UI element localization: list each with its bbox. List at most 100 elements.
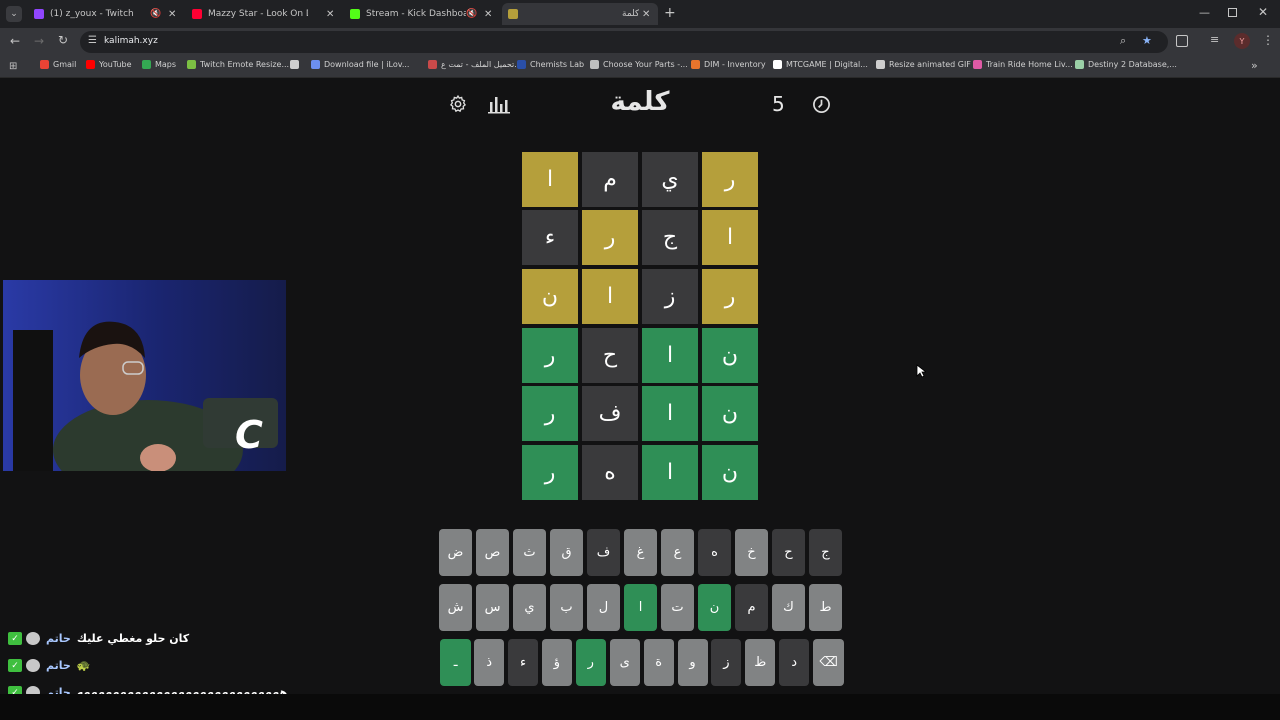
bookmark-favicon-icon [517,60,526,69]
keyboard-key[interactable]: ص [476,529,509,576]
tab-muted-icon[interactable]: 🔇 [466,9,477,19]
board-tile: ر [522,328,578,383]
board-tile: ج [642,210,698,265]
keyboard-key[interactable]: م [735,584,768,631]
chat-message: ✓ حاتم 🐢 [8,659,91,672]
bookmark-favicon-icon [590,60,599,69]
keyboard-key[interactable]: ي [513,584,546,631]
mouse-cursor-icon [916,364,926,378]
bookmark-item[interactable]: Twitch Emote Resize... [187,60,289,69]
keyboard-key[interactable]: ض [439,529,472,576]
bookmark-item[interactable]: تحميل الملف - تمت ع... [428,60,522,69]
bookmark-item[interactable]: Maps [142,60,176,69]
bookmark-item[interactable]: Download file | iLov... [311,60,409,69]
keyboard-key[interactable]: ش [439,584,472,631]
keyboard-key[interactable]: ر [575,639,606,686]
keyboard-key[interactable]: ب [550,584,583,631]
tab-favicon-icon [350,9,360,19]
keyboard-key[interactable]: ا [624,584,657,631]
browser-tab[interactable]: Stream - Kick Dashboard🔇 ✕ [344,3,500,25]
media-control-icon[interactable]: ≡ [1210,33,1219,46]
apps-grid-icon[interactable]: ⊞ [9,61,17,72]
keyboard-key[interactable]: و [677,639,708,686]
keyboard-key[interactable]: ة [643,639,674,686]
tab-close-icon[interactable]: ✕ [168,9,176,20]
keyboard-key[interactable]: ء [508,639,538,686]
keyboard-key[interactable]: ذ [474,639,505,686]
minimize-window-icon[interactable]: — [1199,6,1210,19]
tab-muted-icon[interactable]: 🔇 [150,9,161,19]
tab-close-icon[interactable]: ✕ [642,9,650,20]
profile-avatar[interactable]: Y [1234,33,1250,49]
keyboard-key[interactable]: ن [698,584,731,631]
bookmark-favicon-icon [428,60,437,69]
address-bar[interactable]: ☰ kalimah.xyz ⌕ ★ [80,31,1168,53]
new-tab-button[interactable]: + [664,6,676,20]
keyboard-key[interactable]: د [779,639,810,686]
keyboard-key[interactable]: س [476,584,509,631]
keyboard-key[interactable]: ث [513,529,546,576]
timer-button[interactable] [812,95,831,114]
tab-favicon-icon [34,9,44,19]
settings-button[interactable] [448,94,468,114]
keyboard-key[interactable]: خ [735,529,768,576]
keyboard-key[interactable]: ز [711,639,742,686]
more-bookmarks-icon[interactable]: » [1251,59,1258,72]
bookmark-favicon-icon [691,60,700,69]
board-tile: ه [582,445,638,500]
site-info-icon[interactable]: ☰ [88,35,97,46]
bookmark-item[interactable]: Destiny 2 Database,... [1075,60,1177,69]
chat-username: حاتم [46,659,71,672]
bookmark-item[interactable]: Train Ride Home Liv... [973,60,1073,69]
bookmark-label: Twitch Emote Resize... [200,60,290,69]
enter-key[interactable]: ـ [440,639,472,686]
bookmark-item[interactable]: DIM - Inventory [691,60,766,69]
keyboard-key[interactable]: ت [661,584,694,631]
statistics-button[interactable] [488,94,510,114]
maximize-window-icon[interactable] [1228,8,1237,17]
tab-close-icon[interactable]: ✕ [326,9,334,20]
bottom-strip [0,694,1280,720]
keyboard-key[interactable]: ع [661,529,694,576]
keyboard-key[interactable]: ف [587,529,620,576]
bookmark-star-icon[interactable]: ★ [1142,34,1152,47]
bookmarks-bar: ⊞ Gmail YouTube Maps Twitch Emote Resize...… [0,56,1280,78]
keyboard-key[interactable]: ل [587,584,620,631]
keyboard-key[interactable]: ح [772,529,805,576]
zoom-icon[interactable]: ⌕ [1120,34,1126,48]
browser-tab[interactable]: (1) z_youx - Twitch 🔇 ✕ [28,3,184,25]
keyboard-key[interactable]: ق [550,529,583,576]
tab-close-icon[interactable]: ✕ [484,9,492,20]
bookmark-favicon-icon [876,60,885,69]
backspace-key[interactable]: ⌫ [813,639,845,686]
board-tile: ن [522,269,578,324]
keyboard-key[interactable]: ك [772,584,805,631]
back-icon[interactable]: ← [10,34,20,48]
browser-tab[interactable]: Mazzy Star - Look On Down Fro ✕ [186,3,342,25]
streak-counter: 5 [772,92,785,116]
bookmark-label: Choose Your Parts -... [603,60,688,69]
bookmark-item[interactable]: MTCGAME | Digital... [773,60,868,69]
reload-icon[interactable]: ↻ [58,33,68,47]
browser-tab[interactable]: كلمة ✕ [502,3,658,25]
tab-favicon-icon [192,9,202,19]
keyboard-key[interactable]: ه [698,529,731,576]
bookmark-item[interactable]: YouTube [86,60,132,69]
bookmark-item[interactable]: Gmail [40,60,76,69]
keyboard-key[interactable]: ى [609,639,640,686]
bookmark-item[interactable] [290,60,303,69]
tab-search-button[interactable]: ⌄ [6,6,22,22]
keyboard-key[interactable]: غ [624,529,657,576]
close-window-icon[interactable]: ✕ [1258,5,1268,19]
keyboard-key[interactable]: ظ [745,639,776,686]
keyboard-key[interactable]: ط [809,584,842,631]
browser-menu-icon[interactable]: ⋮ [1262,33,1274,47]
keyboard-key[interactable]: ؤ [541,639,572,686]
bookmark-label: Gmail [53,60,77,69]
keyboard-key[interactable]: ج [809,529,842,576]
bookmark-item[interactable]: Choose Your Parts -... [590,60,688,69]
bookmark-item[interactable]: Resize animated GIF [876,60,971,69]
bookmark-item[interactable]: Chemists Lab [517,60,584,69]
extensions-icon[interactable] [1176,35,1188,47]
forward-icon[interactable]: → [34,34,44,48]
